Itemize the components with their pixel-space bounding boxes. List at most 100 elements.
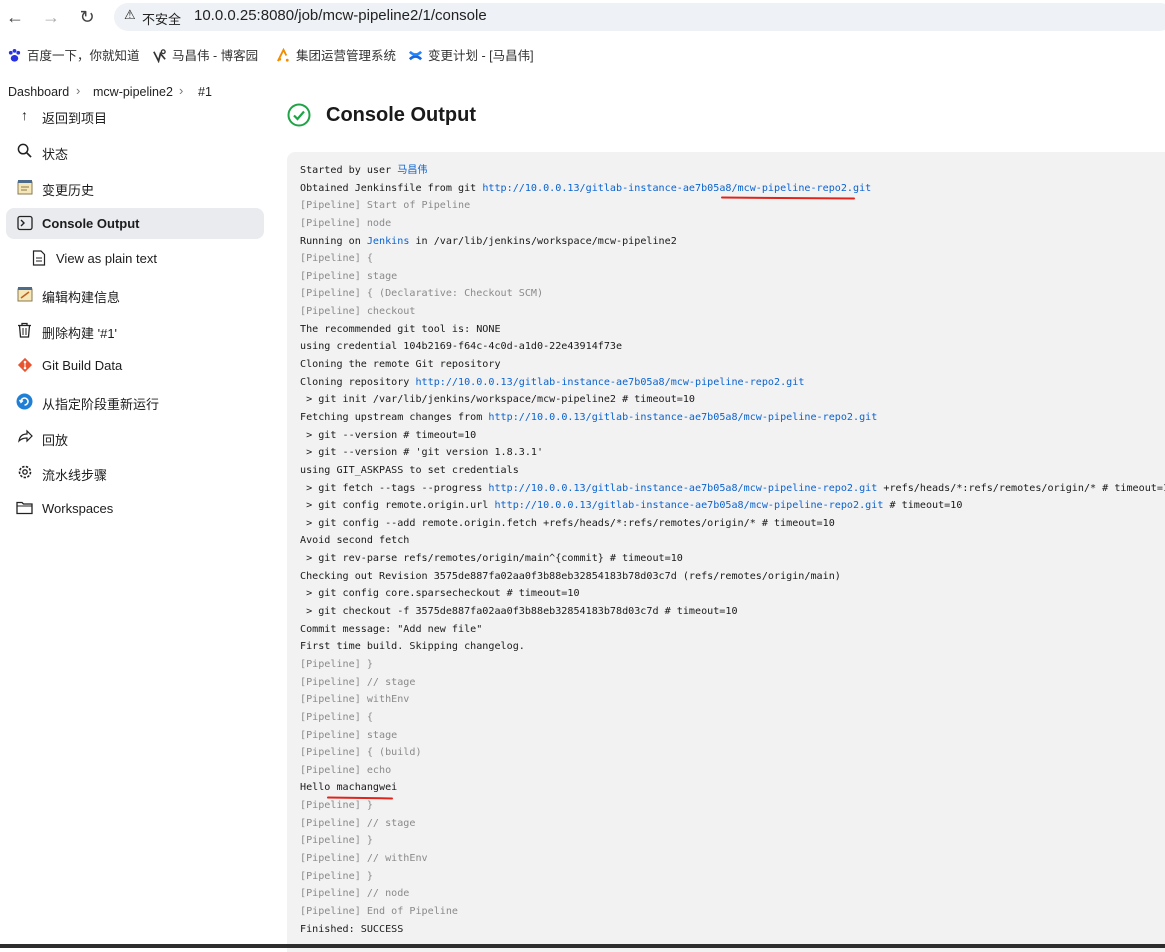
bookmark-change-plan[interactable]: 变更计划 - [马昌伟] <box>408 45 534 64</box>
console-line: > git config --add remote.origin.fetch +… <box>300 515 1165 533</box>
console-line: [Pipeline] // stage <box>300 815 1165 833</box>
notepad-edit-icon <box>16 286 33 303</box>
console-text: [Pipeline] node <box>300 217 392 229</box>
breadcrumb-job[interactable]: mcw-pipeline2 <box>93 85 173 99</box>
console-text: +refs/heads/*:refs/remotes/origin/* # ti… <box>877 482 1165 494</box>
console-line: [Pipeline] // node <box>300 885 1165 903</box>
console-line: > git rev-parse refs/remotes/origin/main… <box>300 550 1165 568</box>
console-text: [Pipeline] } <box>300 658 373 670</box>
console-line: [Pipeline] // stage <box>300 674 1165 692</box>
console-line: First time build. Skipping changelog. <box>300 638 1165 656</box>
bookmark-label: 变更计划 - [马昌伟] <box>428 49 534 63</box>
chevron-right-icon: › <box>179 83 184 98</box>
url-text[interactable]: 10.0.0.25:8080/job/mcw-pipeline2/1/conso… <box>194 7 487 24</box>
console-text: > git fetch --tags --progress <box>300 482 489 494</box>
console-line: Finished: SUCCESS <box>300 921 1165 939</box>
console-line: Running on Jenkins in /var/lib/jenkins/w… <box>300 233 1165 251</box>
console-text: [Pipeline] // stage <box>300 676 416 688</box>
console-text: [Pipeline] checkout <box>300 306 416 318</box>
console-text: [Pipeline] withEnv <box>300 694 410 706</box>
console-text: [Pipeline] stage <box>300 270 398 282</box>
console-link[interactable]: http://10.0.0.13/gitlab-instance-ae7b05a… <box>488 483 877 494</box>
console-line: [Pipeline] } <box>300 656 1165 674</box>
console-line: > git fetch --tags --progress http://10.… <box>300 480 1165 498</box>
sidebar-item-label: Workspaces <box>42 501 114 516</box>
sidebar-item-changes[interactable]: 变更历史 <box>6 172 264 203</box>
sidebar-item-restart-from-stage[interactable]: 从指定阶段重新运行 <box>6 386 264 417</box>
sidebar-item-back-to-project[interactable]: ↑ 返回到项目 <box>6 100 264 131</box>
breadcrumb-dashboard[interactable]: Dashboard <box>8 85 69 99</box>
console-text: The recommended git tool is: NONE <box>300 323 501 335</box>
console-link[interactable]: http://10.0.0.13/gitlab-instance-ae7b05a… <box>488 412 877 423</box>
console-link[interactable]: http://10.0.0.13/gitlab-instance-ae7b05a… <box>494 500 883 511</box>
folder-icon <box>16 500 33 517</box>
console-line: [Pipeline] { (build) <box>300 744 1165 762</box>
sidebar-item-label: 编辑构建信息 <box>42 290 121 305</box>
console-line: [Pipeline] node <box>300 215 1165 233</box>
console-line: [Pipeline] stage <box>300 727 1165 745</box>
ops-system-icon <box>277 48 289 62</box>
sidebar-item-status[interactable]: 状态 <box>6 136 264 167</box>
console-line: The recommended git tool is: NONE <box>300 321 1165 339</box>
console-text: using GIT_ASKPASS to set credentials <box>300 464 519 476</box>
console-text: > git rev-parse refs/remotes/origin/main… <box>300 553 683 565</box>
sidebar-item-label: 删除构建 '#1' <box>42 326 118 341</box>
console-text: Cloning repository <box>300 376 416 388</box>
console-text: using credential 104b2169-f64c-4c0d-a1d0… <box>300 341 623 353</box>
console-line: [Pipeline] } <box>300 832 1165 850</box>
warning-triangle-icon[interactable]: ⚠ <box>124 7 136 23</box>
address-bar[interactable]: ⚠ 不安全 10.0.0.25:8080/job/mcw-pipeline2/1… <box>114 3 1165 31</box>
bookmark-label: 集团运营管理系统 <box>296 49 397 63</box>
security-label[interactable]: 不安全 <box>142 9 181 28</box>
sidebar-item-workspaces[interactable]: Workspaces <box>6 493 264 524</box>
console-line: [Pipeline] { <box>300 709 1165 727</box>
console-line: > git config remote.origin.url http://10… <box>300 497 1165 515</box>
console-link[interactable]: 马昌伟 <box>397 165 427 176</box>
sidebar-item-label: 从指定阶段重新运行 <box>42 397 160 412</box>
reload-icon[interactable]: ↻ <box>76 6 98 28</box>
console-link[interactable]: http://10.0.0.13/gitlab-instance-ae7b05a… <box>482 183 871 194</box>
console-text: [Pipeline] End of Pipeline <box>300 905 459 917</box>
console-text: Avoid second fetch <box>300 535 410 547</box>
console-line: Commit message: "Add new file" <box>300 621 1165 639</box>
console-line: [Pipeline] { (Declarative: Checkout SCM) <box>300 285 1165 303</box>
sidebar-item-console-output[interactable]: Console Output <box>6 208 264 239</box>
console-link[interactable]: Jenkins <box>367 236 410 247</box>
console-link[interactable]: http://10.0.0.13/gitlab-instance-ae7b05a… <box>415 377 804 388</box>
sidebar-item-delete-build[interactable]: 删除构建 '#1' <box>6 315 264 346</box>
browser-toolbar: ← → ↻ ⚠ 不安全 10.0.0.25:8080/job/mcw-pipel… <box>0 0 1165 34</box>
replay-icon <box>16 429 33 446</box>
console-line: [Pipeline] echo <box>300 762 1165 780</box>
bookmark-baidu[interactable]: 百度一下，你就知道 <box>7 45 140 64</box>
console-text: [Pipeline] } <box>300 835 373 847</box>
console-text: [Pipeline] // withEnv <box>300 852 428 864</box>
console-text: > git checkout -f 3575de887fa02aa0f3b88e… <box>300 606 738 618</box>
taskbar-edge <box>0 944 1165 948</box>
sidebar-item-replay[interactable]: 回放 <box>6 422 264 453</box>
sidebar-item-git-build-data[interactable]: Git Build Data <box>6 350 264 381</box>
console-line: > git init /var/lib/jenkins/workspace/mc… <box>300 391 1165 409</box>
sidebar-item-edit-build-info[interactable]: 编辑构建信息 <box>6 279 264 310</box>
bookmark-cnblogs[interactable]: 马昌伟 - 博客园 <box>152 45 258 64</box>
bookmark-ops-system[interactable]: 集团运营管理系统 <box>276 45 396 64</box>
console-text: > git config core.sparsecheckout # timeo… <box>300 588 580 600</box>
breadcrumb-build[interactable]: #1 <box>198 85 212 99</box>
console-line: [Pipeline] } <box>300 797 1165 815</box>
confluence-icon <box>408 50 423 61</box>
sidebar-item-pipeline-steps[interactable]: 流水线步骤 <box>6 457 264 488</box>
arrow-right-icon[interactable]: → <box>40 6 62 28</box>
console-text: Cloning the remote Git repository <box>300 359 501 371</box>
bookmarks-bar: 百度一下，你就知道 马昌伟 - 博客园 集团运营管理系统 变更计划 - [马昌伟… <box>0 34 1165 73</box>
sidebar-item-label: View as plain text <box>56 251 157 266</box>
arrow-left-icon[interactable]: ← <box>4 6 26 28</box>
console-text: [Pipeline] { <box>300 253 373 265</box>
console-text: First time build. Skipping changelog. <box>300 641 525 653</box>
console-line: > git checkout -f 3575de887fa02aa0f3b88e… <box>300 603 1165 621</box>
console-line: Started by user 马昌伟 <box>300 162 1165 180</box>
chevron-right-icon: › <box>76 83 81 98</box>
sidebar-item-view-plain-text[interactable]: View as plain text <box>6 243 264 274</box>
console-text: Finished: SUCCESS <box>300 923 404 935</box>
arrow-up-icon: ↑ <box>21 107 28 123</box>
console-line: [Pipeline] stage <box>300 268 1165 286</box>
sidebar-item-label: 回放 <box>42 433 69 448</box>
